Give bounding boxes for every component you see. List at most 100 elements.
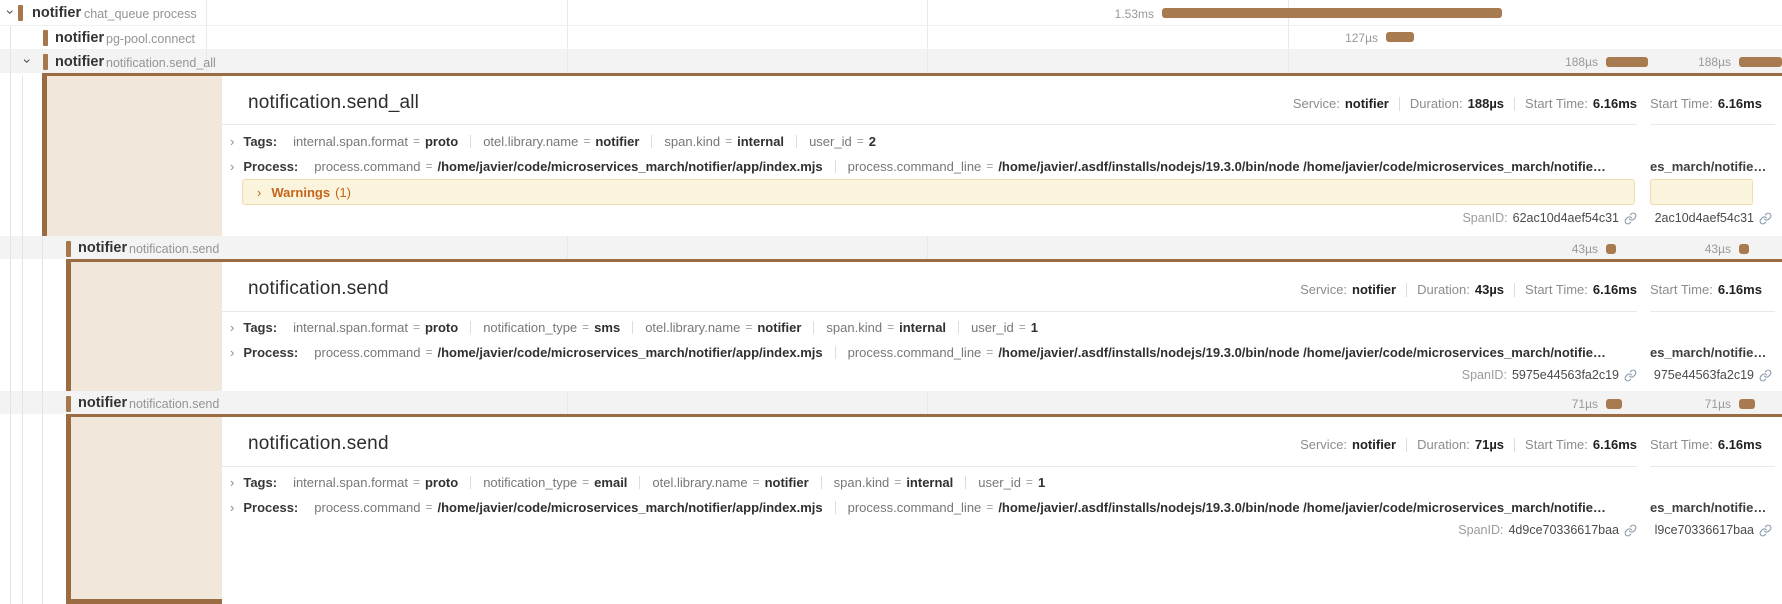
span-detail-meta: Service: notifier Duration: 188µs Start … (1293, 96, 1637, 111)
overflow-start-time: Start Time: 6.16ms (1650, 437, 1762, 452)
warnings-accordion[interactable]: › Warnings (1) (242, 179, 1635, 205)
process-accordion[interactable]: › Process: process.command=/home/javier/… (230, 497, 1637, 517)
span-service-name: notifier (55, 30, 104, 46)
overflow-duration-label: 71µs (1659, 397, 1731, 411)
tag-separator (470, 476, 471, 489)
tag-separator (958, 321, 959, 334)
indent-guide (10, 26, 11, 604)
tag-item: span.kind=internal (664, 134, 784, 149)
copy-link-icon[interactable] (1624, 212, 1637, 225)
span-detail-title: notification.send (248, 433, 389, 455)
span-id-row: SpanID: 4d9ce70336617baa (1458, 523, 1637, 537)
duration-value: 188µs (1468, 96, 1504, 111)
tag-separator (651, 135, 652, 148)
expanded-span-gutter (42, 76, 222, 236)
trace-timeline-view: › notifier chat_queue process 1.53ms not… (0, 0, 1782, 604)
span-duration-bar[interactable] (1606, 244, 1616, 254)
warnings-label: Warnings (271, 185, 330, 200)
overflow-header-divider (1650, 466, 1775, 467)
start-time-label: Start Time: (1525, 282, 1588, 297)
meta-separator (1514, 283, 1515, 297)
span-duration-label: 1.53ms (1082, 7, 1154, 21)
span-service-name: notifier (32, 5, 81, 21)
service-value: notifier (1352, 282, 1396, 297)
tag-separator (470, 135, 471, 148)
overflow-duration-bar (1739, 57, 1782, 67)
tags-accordion[interactable]: › Tags: internal.span.format=proto notif… (230, 472, 1637, 492)
span-duration-label: 188µs (1526, 55, 1598, 69)
timeline-gridline (567, 236, 568, 259)
tag-separator (632, 321, 633, 334)
duration-label: Duration: (1417, 437, 1470, 452)
chevron-right-icon: › (230, 320, 234, 335)
process-accordion[interactable]: › Process: process.command=/home/javier/… (230, 342, 1637, 362)
detail-panel-top-border (66, 414, 1782, 417)
overflow-process-tail: es_march/notifie… (1650, 500, 1766, 515)
process-label: Process: (243, 159, 298, 174)
process-item: process.command=/home/javier/code/micros… (314, 345, 822, 360)
overflow-duration-bar (1739, 399, 1755, 409)
tags-accordion[interactable]: › Tags: internal.span.format=proto notif… (230, 317, 1637, 337)
service-label: Service: (1293, 96, 1340, 111)
row-divider (0, 25, 1782, 26)
duration-label: Duration: (1417, 282, 1470, 297)
indent-guide (22, 76, 23, 604)
span-duration-bar[interactable] (1606, 57, 1648, 67)
copy-link-icon[interactable] (1624, 369, 1637, 382)
tags-label: Tags: (243, 475, 277, 490)
chevron-right-icon: › (257, 185, 261, 200)
overflow-span-id: 2ac10d4aef54c31 (1650, 211, 1772, 225)
service-value: notifier (1345, 96, 1389, 111)
meta-separator (1514, 438, 1515, 452)
meta-separator (1514, 97, 1515, 111)
timeline-gridline (927, 0, 928, 73)
overflow-start-time: Start Time: 6.16ms (1650, 282, 1762, 297)
overflow-start-time: Start Time: 6.16ms (1650, 96, 1762, 111)
start-time-value: 6.16ms (1593, 96, 1637, 111)
tag-item: user_id=1 (978, 475, 1045, 490)
span-duration-bar[interactable] (1386, 32, 1414, 42)
meta-separator (1406, 438, 1407, 452)
detail-header-divider (222, 311, 1637, 312)
detail-header-divider (222, 124, 1637, 125)
process-item: process.command_line=/home/javier/.asdf/… (848, 159, 1606, 174)
timeline-gridline (567, 391, 568, 414)
duration-label: Duration: (1410, 96, 1463, 111)
tag-separator (813, 321, 814, 334)
service-value: notifier (1352, 437, 1396, 452)
span-duration-bar[interactable] (1606, 399, 1622, 409)
overflow-header-divider (1650, 311, 1775, 312)
row-highlight (0, 50, 1782, 73)
start-time-value: 6.16ms (1593, 282, 1637, 297)
span-color-bar (66, 241, 71, 257)
tag-item: span.kind=internal (834, 475, 954, 490)
detail-panel-top-border (42, 73, 1782, 76)
tag-item: notification_type=email (483, 475, 627, 490)
process-label: Process: (243, 345, 298, 360)
tag-separator (639, 476, 640, 489)
indent-guide (42, 236, 43, 604)
span-id-value: 62ac10d4aef54c31 (1513, 211, 1619, 225)
overflow-span-id: l9ce70336617baa (1650, 523, 1772, 537)
row-highlight (0, 391, 1782, 414)
process-accordion[interactable]: › Process: process.command=/home/javier/… (230, 156, 1637, 176)
process-item: process.command_line=/home/javier/.asdf/… (848, 500, 1606, 515)
span-operation-name: pg-pool.connect (106, 32, 195, 46)
copy-link-icon[interactable] (1624, 524, 1637, 537)
warnings-count: (1) (335, 185, 351, 200)
tag-item: notification_type=sms (483, 320, 620, 335)
tags-accordion[interactable]: › Tags: internal.span.format=proto otel.… (230, 131, 1637, 151)
collapse-chevron-icon[interactable]: › (21, 54, 35, 68)
span-duration-bar[interactable] (1162, 8, 1502, 18)
chevron-right-icon: › (230, 134, 234, 149)
overflow-warnings-box (1650, 179, 1753, 205)
expanded-span-gutter (66, 417, 222, 604)
collapse-chevron-icon[interactable]: › (4, 5, 18, 19)
copy-link-icon (1759, 524, 1772, 537)
row-divider (0, 49, 1782, 50)
timeline-gridline (567, 0, 568, 73)
timeline-gridline (927, 391, 928, 414)
tag-item: span.kind=internal (826, 320, 946, 335)
span-operation-name: notification.send (129, 397, 219, 411)
duration-value: 43µs (1475, 282, 1504, 297)
